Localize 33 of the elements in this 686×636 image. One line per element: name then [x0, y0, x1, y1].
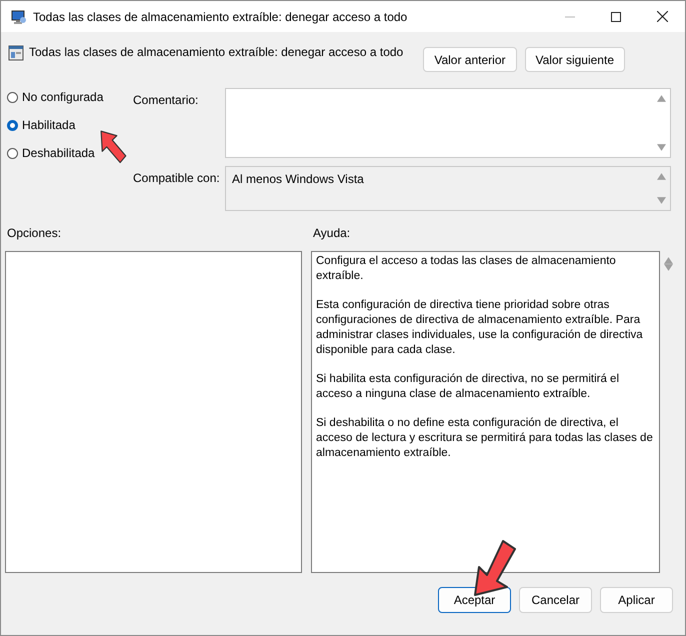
- nav-button[interactable]: Valor siguiente: [524, 47, 625, 72]
- section-label: Ayuda:: [312, 225, 352, 242]
- close-icon[interactable]: [656, 11, 668, 22]
- comment-field[interactable]: [225, 88, 671, 158]
- radio-option[interactable]: Habilitada: [5, 116, 76, 134]
- help-text: Si deshabilita o no define esta configuración de directiva, el acceso de lectura y escritura se permitirá para todas las clases de almacenamiento extraíble.: [316, 416, 654, 461]
- computer-icon: [11, 8, 27, 24]
- field-label: Compatible con:: [133, 171, 220, 185]
- minimize-icon[interactable]: [565, 16, 575, 18]
- annotation-arrow: [473, 539, 517, 597]
- field-label: Comentario:: [133, 93, 198, 107]
- nav-button[interactable]: Valor anterior: [423, 47, 516, 72]
- section-label: Opciones:: [6, 225, 62, 242]
- radio-option[interactable]: No configurada: [5, 88, 104, 106]
- policy-icon: [8, 45, 24, 61]
- policy-title: Todas las clases de almacenamiento extraíble: denegar acceso a todo: [29, 45, 404, 59]
- compatible-value: Al menos Windows Vista: [231, 171, 365, 188]
- dialog-button[interactable]: Aplicar: [600, 587, 673, 613]
- scroll-up-icon[interactable]: [657, 173, 666, 180]
- scroll-down-icon[interactable]: [664, 264, 674, 271]
- maximize-icon[interactable]: [611, 12, 621, 22]
- help-text: Esta configuración de directiva tiene prioridad sobre otras configuraciones de directiva de almacenamiento extraíble. Para administrar clases individuales, use la configuración de directiva disponible para cada clase.: [316, 298, 644, 358]
- annotation-arrow: [100, 130, 128, 166]
- scroll-up-icon[interactable]: [657, 95, 666, 102]
- window-title: Todas las clases de almacenamiento extraíble: denegar acceso a todo: [33, 10, 408, 24]
- radio-option[interactable]: Deshabilitada: [5, 144, 95, 162]
- help-text: Si habilita esta configuración de directiva, no se permitirá el acceso a ninguna clase de almacenamiento extraíble.: [316, 372, 620, 402]
- dialog-button[interactable]: Cancelar: [519, 587, 592, 613]
- scroll-down-icon[interactable]: [657, 197, 666, 204]
- help-text: Configura el acceso a todas las clases de almacenamiento extraíble.: [316, 254, 617, 284]
- dialog-button[interactable]: Aceptar: [438, 587, 511, 613]
- scroll-down-icon[interactable]: [657, 144, 666, 151]
- scroll-up-icon[interactable]: [664, 257, 674, 264]
